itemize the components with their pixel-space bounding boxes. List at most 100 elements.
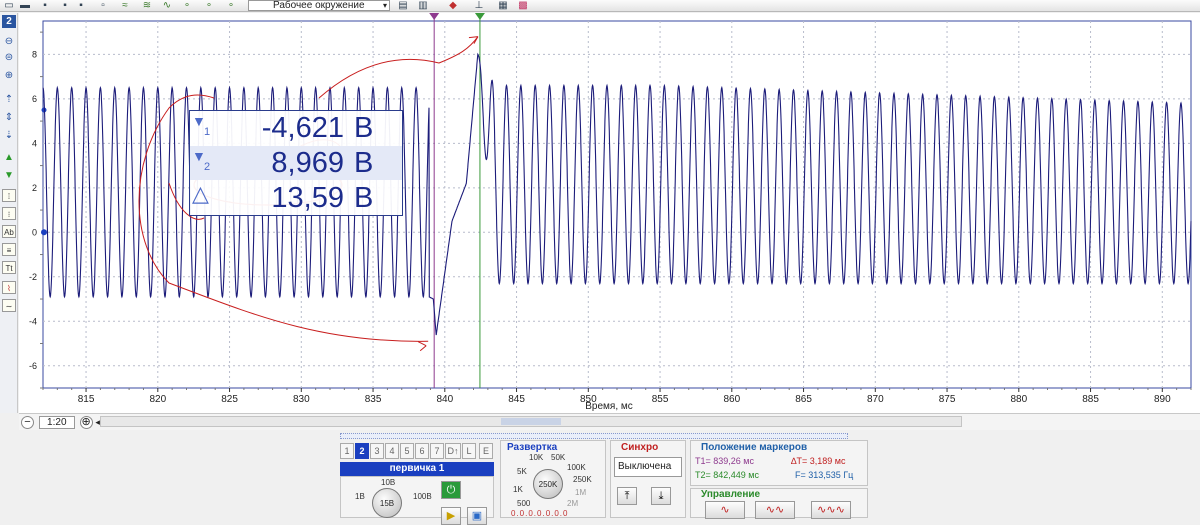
trigger-panel: Синхро Выключена ⤒ ⤓ [610, 440, 686, 518]
sweep-knob[interactable]: 250K [533, 469, 563, 499]
trigger-title: Синхро [621, 442, 659, 453]
y-tick-label: 6 [32, 94, 37, 104]
marker-1-icon[interactable]: ⁞ [2, 189, 16, 202]
marker-1-handle[interactable] [429, 13, 440, 20]
grid-icon[interactable]: ▩ [516, 0, 530, 11]
sweep-label-100k: 100K [567, 463, 586, 472]
sweep-label-2m: 2M [567, 499, 579, 508]
channel-tab-8[interactable]: D↑ [445, 443, 461, 459]
readout-unit-1: В [354, 112, 374, 144]
folder-icon[interactable]: ▬ [18, 0, 32, 11]
horizontal-scrollbar[interactable] [100, 416, 962, 427]
x-tick-label: 890 [1154, 394, 1171, 405]
print-icon[interactable]: ▥ [416, 0, 430, 11]
channel-number-badge[interactable]: 2 [2, 15, 16, 28]
sweep-label-500: 500 [517, 499, 531, 508]
marker-dt-value: ∆T= 3,189 мс [791, 456, 846, 466]
readout-value-delta: 13,59 [271, 182, 344, 214]
x-tick-label: 825 [221, 394, 238, 405]
move-down-icon[interactable]: ⇣ [2, 129, 16, 142]
oscilloscope-plot[interactable]: 815 820 825 830 835 840 845 850 855 860 865 870 875 8… [19, 13, 1200, 413]
trigger-mode-select[interactable]: Выключена [614, 457, 682, 477]
sweep-label-1k: 1K [513, 485, 523, 494]
zoom-reset-icon[interactable]: ⊜ [2, 51, 16, 64]
marker-readout-box: ▼ 1 -4,621 В ▼ 2 8,969 В △ 13,59 В [189, 110, 403, 216]
save-as-icon[interactable]: ▪ [74, 0, 88, 11]
volt-label-1: 1В [355, 492, 365, 501]
list-icon[interactable]: ≡ [2, 243, 16, 256]
label-icon[interactable]: Ab [2, 225, 16, 238]
control-wave-button-1[interactable]: ∿ [705, 501, 745, 519]
export-icon[interactable]: ⊥ [472, 0, 486, 11]
disk-icon[interactable]: ▫ [96, 0, 110, 11]
save-all-icon[interactable]: ▪ [58, 0, 72, 11]
environment-icon[interactable]: ▤ [396, 0, 410, 11]
x-tick-label: 845 [508, 394, 525, 405]
zoom-out-icon[interactable]: ⊖ [2, 35, 16, 48]
arrow-down-icon[interactable]: ▼ [2, 169, 16, 182]
zoom-controls: − 1:20 ⊕ ◂ [21, 415, 100, 429]
channel-tab-4[interactable]: 4 [385, 443, 399, 459]
marker-1-flag-icon: ▼ 1 [192, 113, 211, 138]
trigger-falling-button[interactable]: ⤓ [651, 487, 671, 505]
marker-2-flag-icon: ▼ 2 [192, 148, 211, 173]
channel-tab-10[interactable]: E [479, 443, 493, 459]
channel-tab-3[interactable]: 3 [370, 443, 384, 459]
wave-icon[interactable]: ∼ [2, 299, 16, 312]
x-tick-label: 815 [78, 394, 95, 405]
control-subpanel: Управление ∿ ∿∿ ∿∿∿ [690, 488, 868, 519]
chevron-down-icon: ▾ [382, 1, 387, 10]
zoom-value[interactable]: 1:20 [38, 415, 75, 429]
channel-tab-6[interactable]: 6 [415, 443, 429, 459]
readout-value-2: 8,969 [271, 147, 344, 179]
open-icon[interactable]: ▭ [2, 0, 16, 11]
channel-1-icon[interactable]: ∘ [202, 0, 216, 11]
channel-tab-2[interactable]: 2 [355, 443, 369, 459]
volt-label-100: 100В [413, 492, 432, 501]
sweep-label-50k: 50K [551, 453, 566, 462]
play-button[interactable]: ▶ [441, 507, 461, 525]
chip-icon[interactable]: ◆ [446, 0, 460, 11]
zoom-in-icon[interactable]: ⊕ [2, 69, 16, 82]
channel-view-button[interactable]: ▣ [467, 507, 487, 525]
signal-alt-icon[interactable]: ≋ [140, 0, 154, 11]
arrow-up-icon[interactable]: ▲ [2, 151, 16, 164]
x-tick-label: 870 [867, 394, 884, 405]
marker-2-handle[interactable] [474, 13, 485, 20]
control-wave-button-3[interactable]: ∿∿∿ [811, 501, 851, 519]
move-center-icon[interactable]: ⇕ [2, 111, 16, 124]
x-tick-label: 855 [652, 394, 669, 405]
channel-tab-1[interactable]: 1 [340, 443, 354, 459]
trigger-rising-button[interactable]: ⤒ [617, 487, 637, 505]
table-icon[interactable]: ▦ [496, 0, 510, 11]
y-tick-label: 8 [32, 49, 37, 59]
control-wave-button-2[interactable]: ∿∿ [755, 501, 795, 519]
channel-tab-5[interactable]: 5 [400, 443, 414, 459]
volts-per-div-knob[interactable]: 15В [372, 488, 402, 518]
zero-level-marker[interactable] [41, 229, 47, 236]
channel-0-icon[interactable]: ∘ [180, 0, 194, 11]
readout-value-1: -4,621 [261, 112, 344, 144]
readout-row-1: ▼ 1 -4,621 В [190, 111, 402, 145]
signal-icon[interactable]: ≈ [118, 0, 132, 11]
scrollbar-thumb[interactable] [501, 418, 561, 425]
channel-tab-9[interactable]: L [462, 443, 476, 459]
graph-icon[interactable]: ⌇ [2, 281, 16, 294]
channel-tab-7[interactable]: 7 [430, 443, 444, 459]
x-tick-label: 830 [293, 394, 310, 405]
text-icon[interactable]: Tt [2, 261, 16, 274]
y-tick-label: 4 [32, 138, 37, 148]
zoom-minus-button[interactable]: − [21, 415, 34, 429]
panel-splitter[interactable] [340, 433, 848, 439]
trigger-mode-value: Выключена [618, 461, 672, 472]
readout-unit-delta: В [354, 182, 374, 214]
channel-2-icon[interactable]: ∘ [224, 0, 238, 11]
save-icon[interactable]: ▪ [38, 0, 52, 11]
power-button[interactable]: ⏻ [441, 481, 461, 499]
move-up-icon[interactable]: ⇡ [2, 93, 16, 106]
zoom-plus-button[interactable]: ⊕ [79, 415, 93, 429]
channel-settings-panel: 10В 1В 100В 15В ⏻ ▶ ▣ [340, 476, 494, 525]
environment-select[interactable]: Рабочее окружение ▾ [248, 0, 390, 11]
signal-math-icon[interactable]: ∿ [160, 0, 174, 11]
marker-2-icon[interactable]: ⁝ [2, 207, 16, 220]
